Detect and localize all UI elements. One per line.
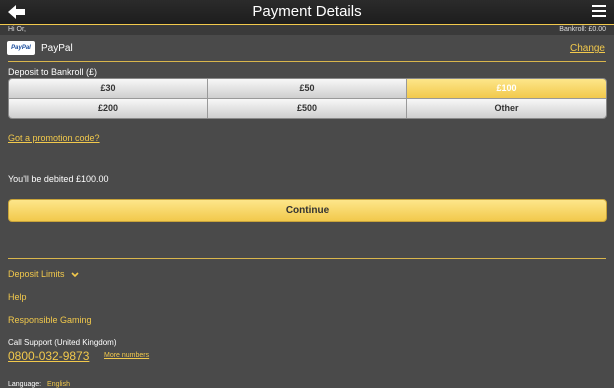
menu-button[interactable] bbox=[592, 5, 606, 19]
divider bbox=[8, 258, 606, 259]
language-selector[interactable]: English bbox=[47, 381, 70, 388]
continue-button[interactable]: Continue bbox=[8, 199, 607, 222]
support-phone-link[interactable]: 0800-032-9873 bbox=[8, 349, 89, 363]
chevron-down-icon bbox=[71, 272, 79, 277]
greeting-text: Hi Or, bbox=[8, 26, 26, 33]
language-label: Language: bbox=[8, 381, 42, 388]
deposit-label: Deposit to Bankroll (£) bbox=[8, 67, 98, 77]
divider bbox=[8, 61, 606, 62]
page-title: Payment Details bbox=[252, 3, 362, 20]
amount-selector: £30 £50 £100 £200 £500 Other bbox=[8, 78, 607, 119]
amount-option[interactable]: £30 bbox=[9, 79, 208, 99]
debit-summary: You'll be debited £100.00 bbox=[8, 174, 109, 184]
amount-option[interactable]: £200 bbox=[9, 98, 208, 118]
top-bar: Payment Details bbox=[0, 0, 614, 25]
deposit-limits-label: Deposit Limits bbox=[8, 269, 65, 279]
bankroll-balance: Bankroll: £0.00 bbox=[559, 26, 606, 33]
more-numbers-link[interactable]: More numbers bbox=[104, 352, 149, 359]
language-row: Language: English bbox=[8, 381, 70, 388]
deposit-limits-toggle[interactable]: Deposit Limits bbox=[8, 269, 79, 279]
payment-method-row: PayPal PayPal Change bbox=[0, 38, 614, 61]
paypal-logo: PayPal bbox=[7, 41, 35, 55]
call-support-label: Call Support (United Kingdom) bbox=[8, 338, 117, 347]
amount-option-other[interactable]: Other bbox=[407, 98, 606, 118]
amount-option[interactable]: £500 bbox=[208, 98, 407, 118]
account-bar: Hi Or, Bankroll: £0.00 bbox=[0, 25, 614, 35]
hamburger-menu-icon bbox=[592, 5, 606, 7]
amount-option[interactable]: £50 bbox=[208, 79, 407, 99]
payment-method-label: PayPal bbox=[41, 43, 73, 54]
change-method-link[interactable]: Change bbox=[570, 43, 605, 54]
promotion-code-link[interactable]: Got a promotion code? bbox=[8, 133, 100, 143]
help-link[interactable]: Help bbox=[8, 292, 27, 302]
amount-option-selected[interactable]: £100 bbox=[407, 79, 606, 99]
responsible-gaming-link[interactable]: Responsible Gaming bbox=[8, 315, 92, 325]
